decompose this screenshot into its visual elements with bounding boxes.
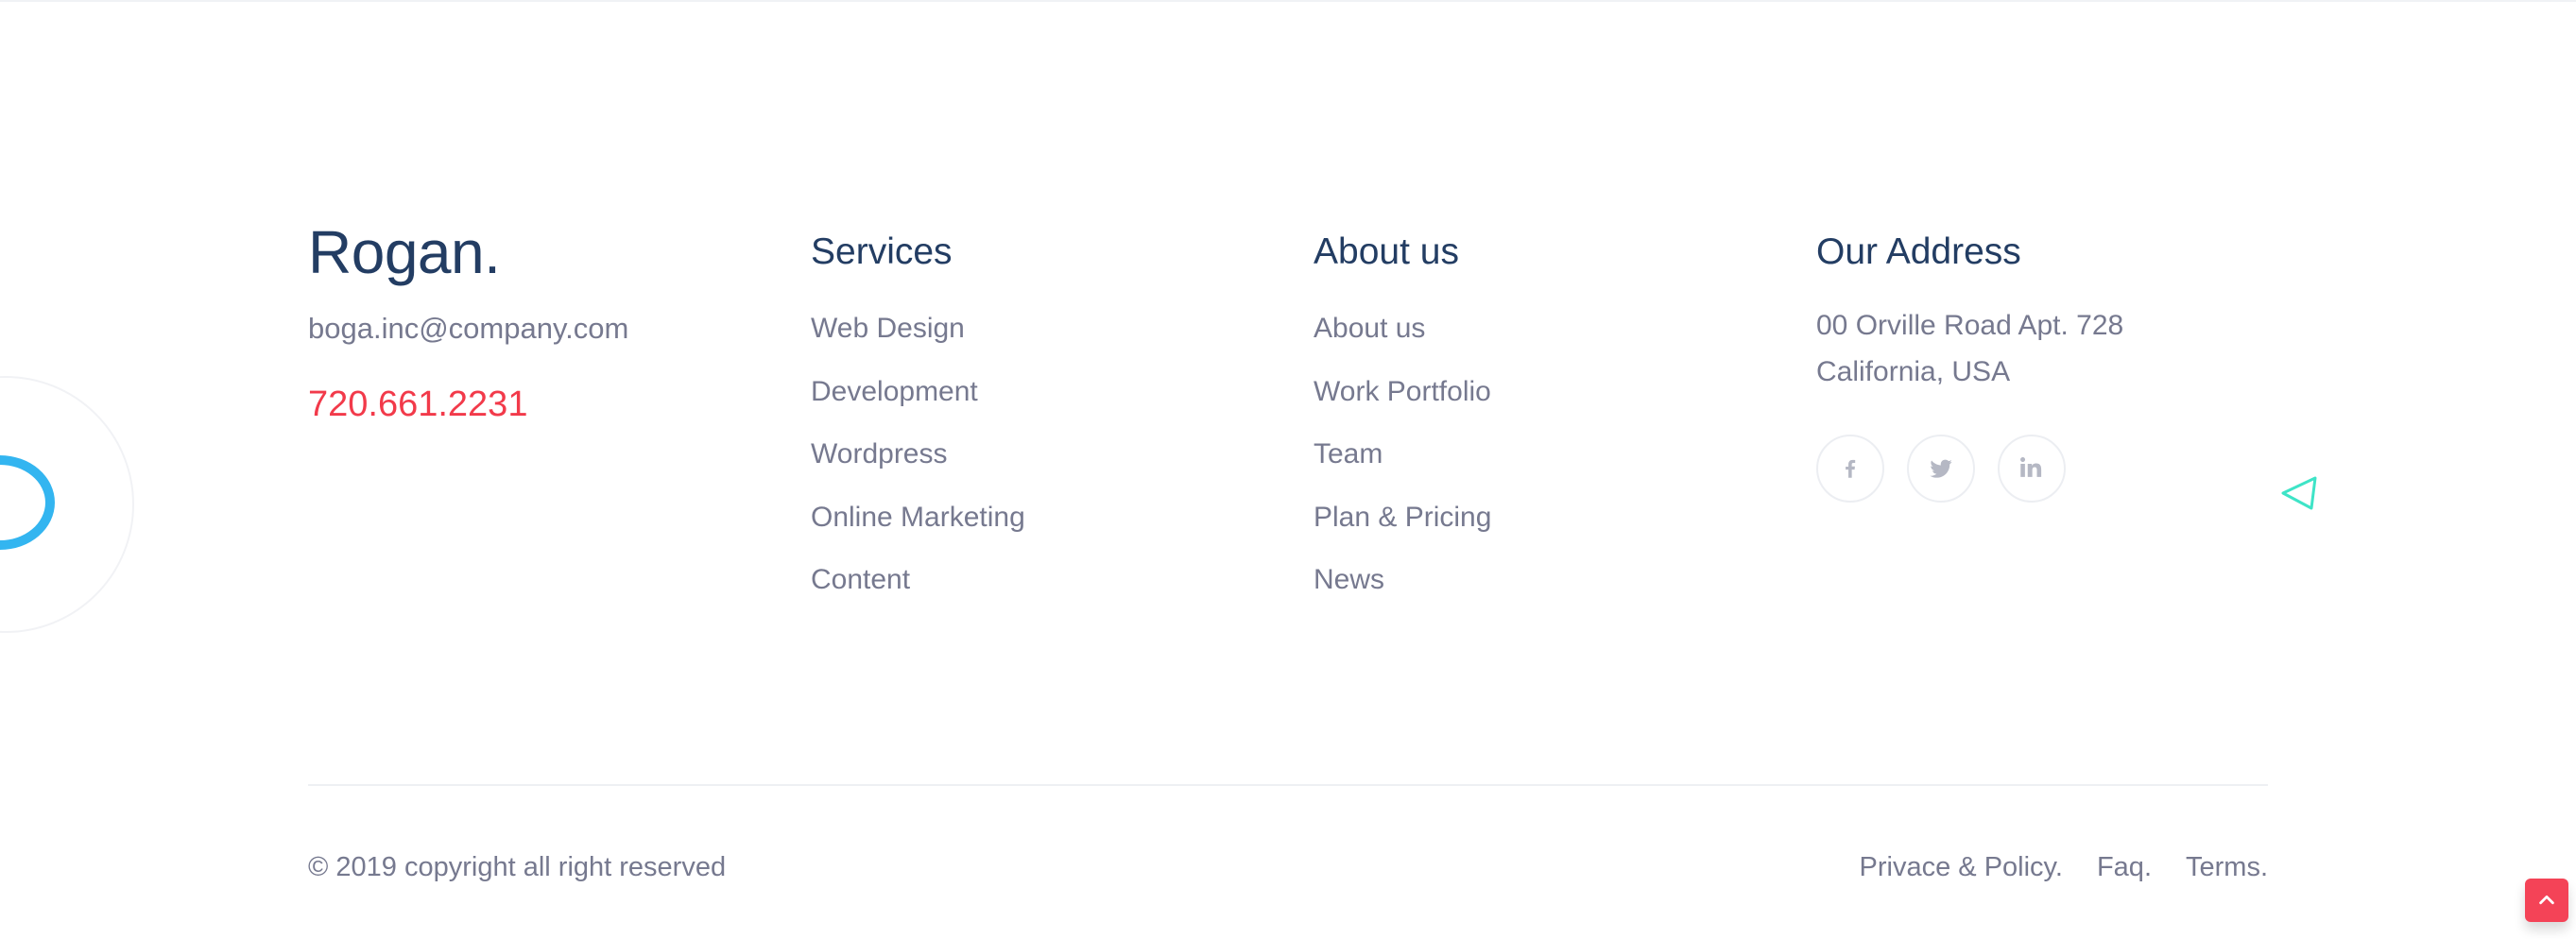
list-item: Web Design bbox=[811, 310, 1025, 373]
list-item: Online Marketing bbox=[811, 499, 1025, 562]
scroll-to-top-button[interactable] bbox=[2525, 879, 2568, 922]
list-item: News bbox=[1314, 561, 1491, 624]
services-link-development[interactable]: Development bbox=[811, 376, 978, 407]
list-item: Work Portfolio bbox=[1314, 373, 1491, 436]
list-item: Wordpress bbox=[811, 435, 1025, 499]
about-link-work-portfolio[interactable]: Work Portfolio bbox=[1314, 376, 1491, 407]
address-line-2: California, USA bbox=[1816, 356, 2011, 387]
about-link-team[interactable]: Team bbox=[1314, 438, 1382, 470]
privacy-policy-link[interactable]: Privace & Policy. bbox=[1860, 848, 2063, 886]
services-link-content[interactable]: Content bbox=[811, 564, 910, 595]
copyright-text: © 2019 copyright all right reserved bbox=[308, 852, 727, 882]
decorative-triangle-icon bbox=[2281, 476, 2317, 510]
footer-address-column: Our Address 00 Orville Road Apt. 728 Cal… bbox=[1816, 217, 2123, 503]
linkedin-glyph bbox=[2020, 456, 2042, 477]
services-link-wordpress[interactable]: Wordpress bbox=[811, 438, 948, 470]
phone-link[interactable]: 720.661.2231 bbox=[308, 384, 628, 425]
linkedin-icon[interactable] bbox=[1998, 435, 2066, 503]
brand-logo[interactable]: Rogan. bbox=[308, 217, 628, 287]
footer-brand-column: Rogan. boga.inc@company.com 720.661.2231 bbox=[308, 217, 628, 425]
terms-link[interactable]: Terms. bbox=[2186, 848, 2268, 886]
list-item: Development bbox=[811, 373, 1025, 436]
list-item: About us bbox=[1314, 310, 1491, 373]
address-text: 00 Orville Road Apt. 728 California, USA bbox=[1816, 302, 2123, 395]
facebook-icon[interactable] bbox=[1816, 435, 1884, 503]
list-item: Plan & Pricing bbox=[1314, 499, 1491, 562]
footer-divider bbox=[308, 784, 2268, 786]
list-item: Team bbox=[1314, 435, 1491, 499]
top-divider bbox=[0, 0, 2576, 2]
services-title: Services bbox=[811, 231, 953, 272]
about-title: About us bbox=[1314, 231, 1459, 272]
about-list: About us Work Portfolio Team Plan & Pric… bbox=[1314, 310, 1491, 624]
footer-services-column: Services Web Design Development Wordpres… bbox=[811, 217, 1025, 624]
twitter-icon[interactable] bbox=[1907, 435, 1975, 503]
address-line-1: 00 Orville Road Apt. 728 bbox=[1816, 310, 2124, 341]
services-list: Web Design Development Wordpress Online … bbox=[811, 310, 1025, 624]
address-title: Our Address bbox=[1816, 231, 2021, 272]
chevron-up-icon bbox=[2539, 895, 2554, 905]
facebook-glyph bbox=[1846, 459, 1856, 478]
email-link[interactable]: boga.inc@company.com bbox=[308, 310, 628, 348]
about-link-news[interactable]: News bbox=[1314, 564, 1384, 595]
social-links bbox=[1816, 435, 2123, 503]
about-link-plan-pricing[interactable]: Plan & Pricing bbox=[1314, 502, 1491, 533]
about-link-about-us[interactable]: About us bbox=[1314, 313, 1425, 344]
services-link-web-design[interactable]: Web Design bbox=[811, 313, 965, 344]
twitter-glyph bbox=[1930, 459, 1952, 478]
faq-link[interactable]: Faq. bbox=[2097, 848, 2152, 886]
footer-about-column: About us About us Work Portfolio Team Pl… bbox=[1314, 217, 1491, 624]
list-item: Content bbox=[811, 561, 1025, 624]
services-link-online-marketing[interactable]: Online Marketing bbox=[811, 502, 1025, 533]
legal-links: Privace & Policy. Faq. Terms. bbox=[1826, 848, 2268, 886]
